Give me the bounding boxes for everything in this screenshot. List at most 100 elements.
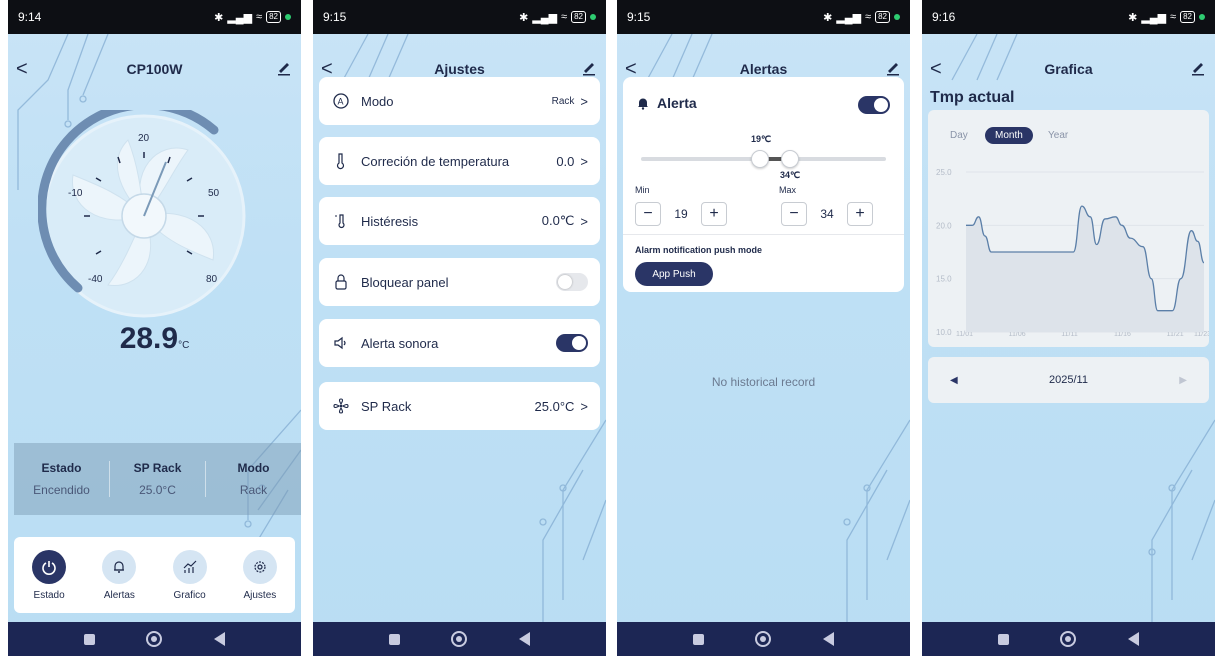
edit-icon[interactable]: [582, 60, 596, 76]
period-value: 2025/11: [1049, 374, 1088, 386]
info-label: Estado: [41, 461, 82, 475]
home-icon[interactable]: [1060, 631, 1077, 647]
home-icon[interactable]: [146, 631, 163, 647]
x-tick-label: 11/11: [1061, 331, 1078, 338]
temperature-unit: °C: [178, 340, 190, 351]
tab-label: Grafico: [173, 589, 206, 601]
segment-year[interactable]: Year: [1048, 130, 1068, 141]
setting-label: Bloquear panel: [361, 274, 449, 290]
y-tick-label: 20.0: [936, 221, 952, 230]
max-increment-button[interactable]: +: [847, 202, 873, 226]
setting-value: 25.0°C: [534, 398, 575, 414]
chevron-right-icon: >: [580, 213, 588, 229]
recents-icon[interactable]: [83, 633, 95, 645]
min-increment-button[interactable]: +: [701, 202, 727, 226]
status-icons: ✱ ▂▄▆ ≈ 82: [1128, 11, 1205, 24]
dial-tick-label: 80: [206, 274, 218, 285]
y-tick-label: 15.0: [936, 275, 952, 284]
min-label: Min: [635, 185, 650, 195]
status-bar: 9:15 ✱ ▂▄▆ ≈ 82: [617, 0, 910, 34]
x-tick-label: 11/06: [1009, 331, 1026, 338]
recents-icon[interactable]: [388, 633, 400, 645]
y-tick-label: 25.0: [936, 168, 952, 177]
setting-alerta-sonora: Alerta sonora: [319, 319, 600, 367]
signal-icon: ▂▄▆: [532, 11, 558, 24]
system-back-icon[interactable]: [519, 632, 531, 646]
speaker-icon: [331, 334, 351, 352]
page-title: Grafica: [1044, 61, 1093, 77]
min-decrement-button[interactable]: −: [635, 202, 661, 226]
x-tick-label: 11/21: [1167, 331, 1184, 338]
alert-toggle[interactable]: [858, 96, 890, 114]
lock-panel-toggle[interactable]: [556, 273, 588, 291]
info-label: Modo: [237, 461, 270, 475]
low-threshold-label: 19℃: [751, 134, 772, 144]
tab-label: Estado: [33, 589, 65, 601]
privacy-dot: [590, 14, 596, 20]
divider: [623, 234, 904, 235]
system-back-icon[interactable]: [214, 632, 226, 646]
edit-icon[interactable]: [1191, 60, 1205, 76]
status-bar: 9:15 ✱ ▂▄▆ ≈ 82: [313, 0, 606, 34]
recents-icon[interactable]: [997, 633, 1009, 645]
page-title: Alertas: [739, 61, 788, 77]
low-threshold-handle[interactable]: [751, 150, 769, 168]
lock-icon: [331, 273, 351, 291]
system-nav-bar: [617, 622, 910, 656]
info-value: Rack: [239, 483, 268, 497]
signal-icon: ▂▄▆: [1141, 11, 1167, 24]
next-period-icon[interactable]: ▶: [1179, 375, 1187, 386]
svg-text:A: A: [338, 97, 344, 107]
status-bar: 9:14 ✱ ▂▄▆ ≈ 82: [8, 0, 301, 34]
setting-sp-rack[interactable]: SP Rack 25.0°C >: [319, 382, 600, 430]
system-back-icon[interactable]: [1128, 632, 1140, 646]
home-icon[interactable]: [755, 631, 772, 647]
app-push-button[interactable]: App Push: [635, 262, 713, 286]
temperature-chart: 25.0 20.0 15.0 10.0 11/01 11/06 11/11 11/16 11/2…: [936, 168, 1209, 338]
dial-tick-label: 50: [208, 188, 220, 199]
min-stepper: − 19 +: [635, 201, 727, 227]
empty-history-text: No historical record: [711, 375, 816, 389]
tab-grafico[interactable]: Grafico: [172, 549, 207, 601]
high-threshold-label: 34℃: [780, 170, 801, 180]
info-value: 25.0°C: [139, 483, 176, 497]
setting-label: Correción de temperatura: [361, 153, 510, 169]
tab-ajustes[interactable]: Ajustes: [242, 549, 277, 601]
edit-icon[interactable]: [277, 60, 291, 76]
push-mode-label: Alarm notification push mode: [635, 245, 763, 255]
privacy-dot: [894, 14, 900, 20]
info-label: SP Rack: [133, 461, 182, 475]
max-value: 34: [820, 207, 834, 221]
bottom-tab-bar: Estado Alertas Grafico Ajustes: [14, 537, 295, 613]
sound-alert-toggle[interactable]: [556, 334, 588, 352]
back-icon[interactable]: <: [930, 56, 942, 82]
home-icon[interactable]: [451, 631, 468, 647]
segment-month[interactable]: Month: [985, 127, 1033, 144]
setting-label: Histéresis: [361, 213, 419, 229]
bell-icon: [102, 549, 137, 584]
info-modo: Modo Rack: [206, 461, 301, 497]
setting-histeresis[interactable]: Histéresis 0.0℃ >: [319, 197, 600, 245]
hysteresis-icon: [331, 212, 351, 230]
edit-icon[interactable]: [886, 60, 900, 76]
battery-icon: 82: [266, 11, 281, 23]
system-back-icon[interactable]: [823, 632, 835, 646]
max-decrement-button[interactable]: −: [781, 202, 807, 226]
setting-modo[interactable]: A Modo Rack >: [319, 77, 600, 125]
back-icon[interactable]: <: [16, 56, 28, 82]
previous-period-icon[interactable]: ◀: [950, 375, 958, 386]
recents-icon[interactable]: [692, 633, 704, 645]
tab-alertas[interactable]: Alertas: [102, 549, 137, 601]
min-value: 19: [674, 207, 688, 221]
mode-icon: A: [331, 92, 351, 110]
setting-correcion-temperatura[interactable]: Correción de temperatura 0.0 >: [319, 137, 600, 185]
segment-day[interactable]: Day: [950, 130, 968, 141]
tab-estado[interactable]: Estado: [32, 549, 67, 601]
status-summary: Estado Encendido SP Rack 25.0°C Modo Rac…: [14, 443, 301, 515]
info-value: Encendido: [33, 483, 90, 497]
battery-icon: 82: [571, 11, 586, 23]
page-title: Ajustes: [434, 61, 485, 77]
fan-icon: [331, 397, 351, 415]
temperature-icon: [331, 152, 351, 170]
high-threshold-handle[interactable]: [781, 150, 799, 168]
